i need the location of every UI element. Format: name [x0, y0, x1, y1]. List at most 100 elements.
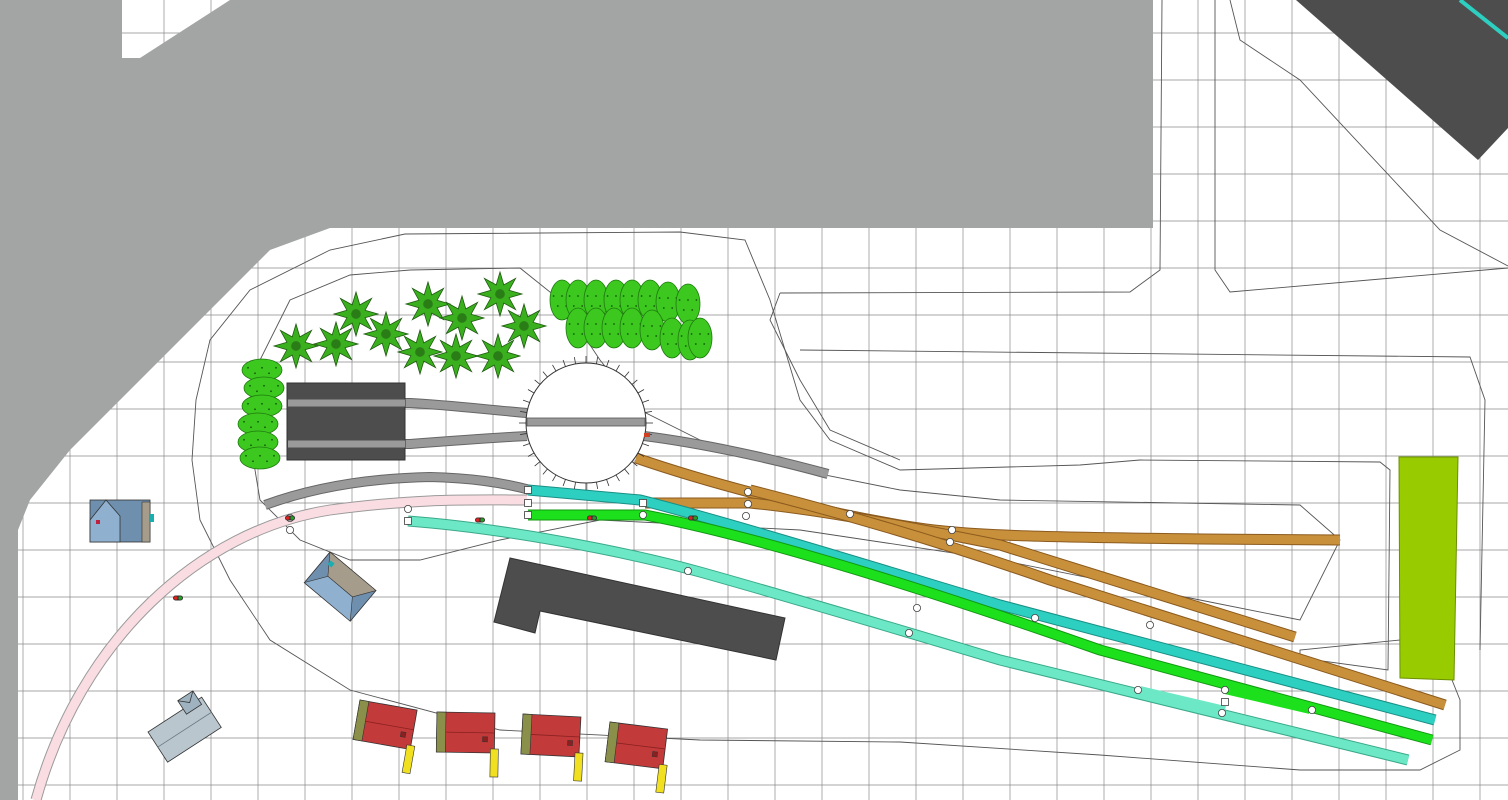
house-red-gable [435, 711, 447, 753]
bush-dot [581, 333, 584, 335]
turntable-tick [642, 399, 650, 403]
bush-dot [631, 323, 633, 325]
track-joint[interactable] [742, 512, 751, 521]
switch-marker[interactable] [524, 486, 532, 494]
turntable-tick [624, 371, 630, 378]
tree-trunk [331, 339, 341, 349]
track-joint[interactable] [913, 604, 922, 613]
track-joint[interactable] [1308, 706, 1317, 715]
switch-marker[interactable] [524, 499, 532, 507]
house-red-shed [573, 752, 584, 782]
turntable-tick [542, 371, 548, 378]
bush-dot [590, 333, 593, 335]
track-joint[interactable] [1221, 686, 1230, 695]
bush-dot [635, 305, 638, 307]
signal[interactable] [688, 515, 698, 521]
track-joint[interactable] [948, 526, 957, 535]
goods-shed[interactable] [493, 557, 786, 661]
switch-marker[interactable] [1221, 698, 1229, 706]
turntable-bridge[interactable] [526, 417, 646, 427]
tree-trunk [423, 299, 433, 309]
turntable-tick [552, 474, 557, 482]
bush-dot [595, 295, 597, 297]
tree-trunk [451, 351, 461, 361]
track-joint[interactable] [846, 509, 855, 518]
house-grey[interactable] [143, 689, 222, 763]
tree-trunk [457, 313, 467, 323]
turntable-tick [552, 364, 557, 372]
bush[interactable] [675, 283, 701, 325]
bush-dot [659, 325, 662, 327]
house-red[interactable] [520, 713, 585, 782]
signal-lamp-green [290, 516, 295, 520]
track-joint[interactable] [285, 526, 294, 535]
bush-dot [577, 323, 579, 325]
track-joint[interactable] [639, 510, 648, 519]
bush-dot [640, 295, 643, 297]
signal[interactable] [475, 517, 485, 523]
house-red-chimney [482, 736, 488, 743]
signal-lamp-green [592, 516, 597, 520]
turntable-tick [642, 443, 650, 447]
track-joint[interactable] [744, 487, 753, 496]
track-curve-pink-fill[interactable] [31, 495, 528, 800]
bush-dot [604, 323, 607, 325]
turntable-tick [522, 443, 530, 447]
track-joint[interactable] [1134, 686, 1143, 695]
switch-marker[interactable] [524, 511, 532, 519]
bush-dot [268, 372, 270, 375]
bush-dot [252, 460, 254, 463]
signal-lamp-red [688, 516, 693, 520]
bush-dot [703, 343, 706, 345]
house-blue-2[interactable] [303, 551, 377, 622]
house-blue-1[interactable] [89, 499, 154, 543]
bush-dot [256, 390, 258, 393]
signal[interactable] [285, 515, 295, 521]
signal-lamp-green [480, 518, 485, 522]
layout-drawing[interactable] [0, 0, 1508, 800]
bush-dot [653, 305, 656, 307]
track-joint[interactable] [744, 499, 753, 508]
bush-dot [626, 333, 629, 335]
track-plan-canvas[interactable] [0, 0, 1508, 800]
bush-dot [556, 305, 559, 307]
turntable-tick [527, 389, 535, 394]
signal[interactable] [587, 515, 597, 521]
track-joint[interactable] [1031, 614, 1040, 623]
turntable-tick [615, 474, 620, 482]
bush-dot [646, 335, 649, 337]
house-blue-1-annex [141, 501, 151, 543]
switch-marker[interactable] [639, 499, 647, 507]
bush-dot [617, 333, 620, 335]
bush-dot [577, 295, 579, 297]
house-red[interactable] [349, 699, 421, 775]
house-red-gable [520, 713, 533, 755]
turntable-tick [542, 468, 548, 475]
turntable-tick [615, 364, 620, 372]
track-joint[interactable] [684, 567, 693, 576]
bush-dot [695, 299, 698, 301]
bush[interactable] [687, 317, 713, 359]
switch-marker[interactable] [404, 517, 412, 525]
bush[interactable] [239, 446, 281, 470]
tree-trunk [519, 321, 529, 331]
track-joint[interactable] [1218, 709, 1227, 718]
track-siding-orange-lower-fill [748, 485, 1447, 710]
house-red[interactable] [602, 721, 671, 794]
bush-dot [254, 408, 256, 411]
tree-trunk [495, 289, 505, 299]
engine-shed[interactable] [286, 382, 406, 461]
house-red-chimney [399, 731, 407, 738]
house-red-shed [489, 748, 499, 778]
house-red[interactable] [435, 711, 499, 778]
station-platform[interactable] [1398, 456, 1459, 681]
track-joint[interactable] [905, 629, 914, 638]
track-joint[interactable] [403, 504, 412, 513]
signal[interactable] [173, 595, 183, 601]
turntable-tick [562, 359, 566, 367]
bush-dot [586, 295, 589, 297]
track-joint[interactable] [1146, 621, 1155, 630]
turntable[interactable] [519, 356, 653, 490]
bush-dot [631, 295, 633, 297]
track-joint[interactable] [946, 538, 955, 547]
